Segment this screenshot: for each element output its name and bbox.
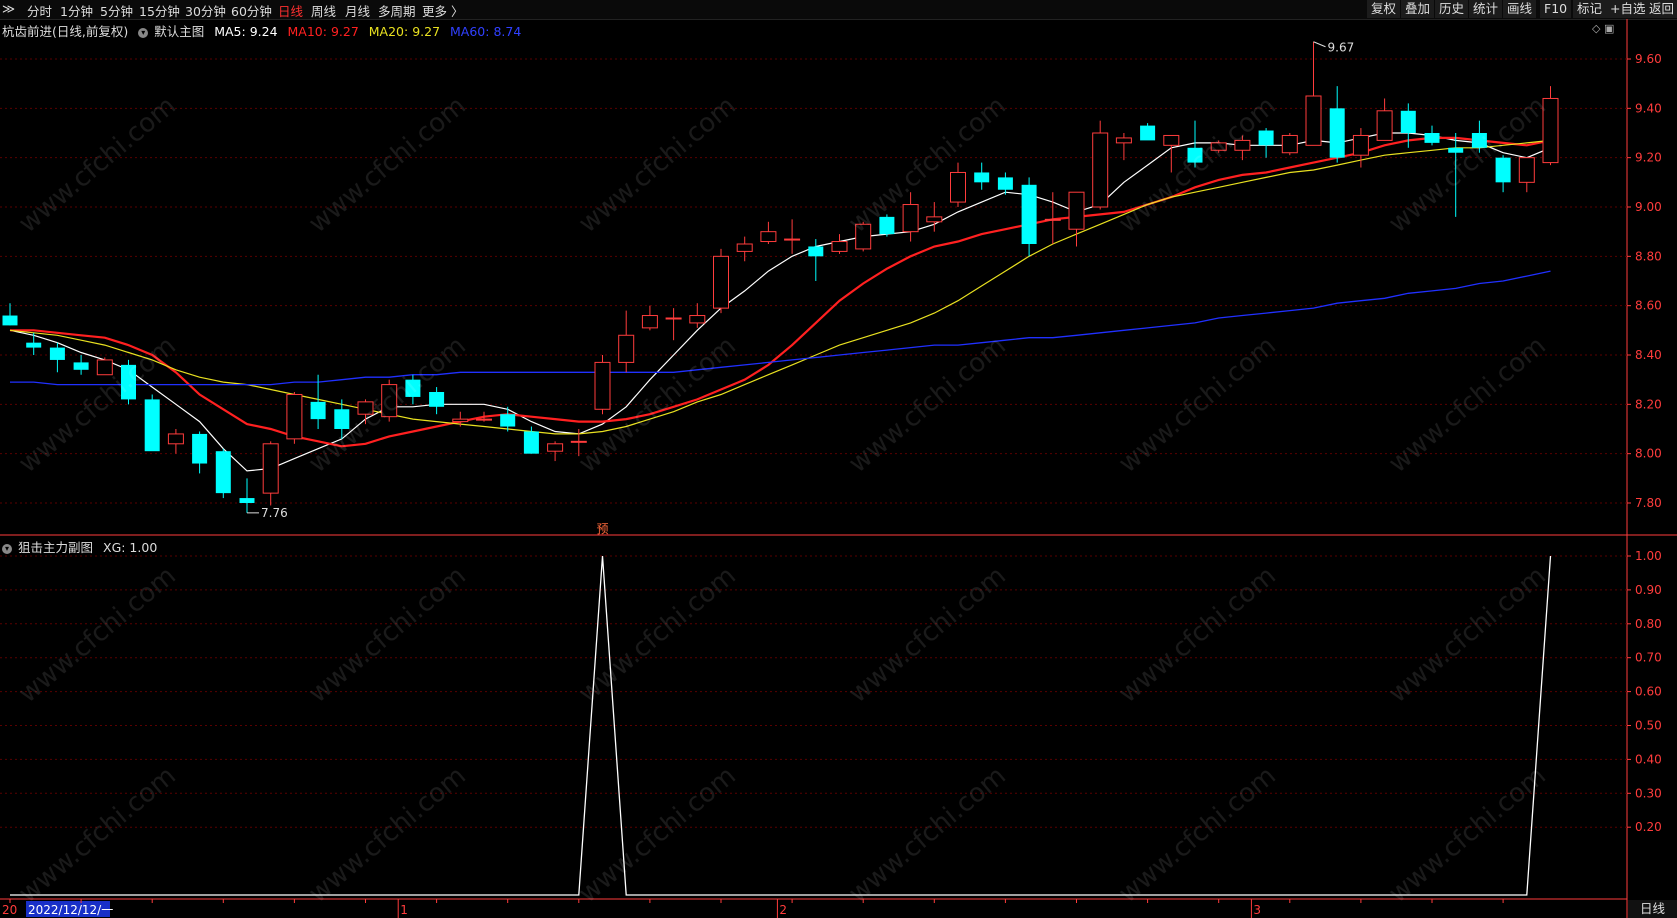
sub-ytick-label: 0.70 xyxy=(1635,651,1662,665)
main-ytick-label: 9.00 xyxy=(1635,200,1662,214)
candle-up xyxy=(1281,134,1298,154)
candle-up xyxy=(760,231,777,243)
candle-up xyxy=(547,443,564,452)
sub-ytick-label: 0.90 xyxy=(1635,583,1662,597)
ma-line-ma20 xyxy=(9,139,1551,435)
candle-up xyxy=(1115,137,1132,144)
chart-corner-icons[interactable]: ◇ ▣ xyxy=(1592,22,1614,35)
candle-down xyxy=(73,362,89,370)
candle-up xyxy=(1352,134,1369,156)
candle-up xyxy=(689,315,706,324)
sub-ytick-label: 0.50 xyxy=(1635,719,1662,733)
candle-down xyxy=(1400,110,1416,133)
candle-down xyxy=(1140,125,1156,141)
low-annotation: 7.76 xyxy=(261,506,288,520)
candle-up xyxy=(950,171,966,203)
main-ytick-label: 7.80 xyxy=(1635,496,1662,510)
high-annotation: 9.67 xyxy=(1328,41,1355,55)
high-pointer xyxy=(1313,41,1326,48)
candle-down xyxy=(1021,184,1037,244)
ma20-value: MA20: 9.27 xyxy=(368,24,441,39)
x-month-label: 3 xyxy=(1253,903,1261,917)
candle-up xyxy=(286,393,303,440)
candle-down xyxy=(49,347,65,360)
main-ytick-label: 8.40 xyxy=(1635,348,1662,362)
candle-up xyxy=(665,317,682,320)
candle-up xyxy=(902,204,919,233)
period-label-tab[interactable]: 日线 xyxy=(1628,900,1677,918)
sub-ytick-label: 1.00 xyxy=(1635,549,1662,563)
ma-line-ma60 xyxy=(10,270,1551,386)
candle-up xyxy=(1305,95,1322,146)
candle-down xyxy=(808,246,824,257)
candle-up xyxy=(641,315,658,329)
stock-title[interactable]: 杭齿前进(日线,前复权) xyxy=(2,24,128,39)
candle-up xyxy=(831,241,848,252)
sub-ytick-label: 0.30 xyxy=(1635,786,1662,800)
candle-down xyxy=(1329,108,1345,158)
sub-chart-header: ▾ 狙击主力副图 XG: 1.00 xyxy=(2,537,163,556)
candle-down xyxy=(500,414,516,427)
sub-indicator-menu-icon[interactable]: ▾ xyxy=(2,543,12,554)
candle-down xyxy=(26,342,42,348)
candle-up xyxy=(570,440,587,443)
ma10-value: MA10: 9.27 xyxy=(287,24,359,39)
main-ytick-label: 8.60 xyxy=(1635,299,1662,313)
candle-up xyxy=(713,255,729,309)
main-indicator-name[interactable]: 默认主图 xyxy=(154,24,204,39)
main-ytick-label: 9.20 xyxy=(1635,151,1662,165)
sub-ytick-label: 0.60 xyxy=(1635,685,1662,699)
sub-indicator-name[interactable]: 狙击主力副图 xyxy=(18,540,93,555)
ma60-value: MA60: 8.74 xyxy=(450,24,522,39)
candle-up xyxy=(618,334,635,363)
candle-up xyxy=(1376,110,1393,141)
candle-up xyxy=(167,433,184,445)
candle-down xyxy=(192,433,208,464)
candle-up xyxy=(1044,218,1061,221)
x-start-label: 20 xyxy=(2,903,17,917)
main-ytick-label: 9.60 xyxy=(1635,52,1662,66)
candle-down xyxy=(429,392,445,407)
pre-marker: 预 xyxy=(597,522,609,536)
candle-down xyxy=(997,177,1013,190)
main-ytick-label: 8.20 xyxy=(1635,397,1662,411)
x-month-label: 1 xyxy=(400,903,408,917)
ma5-value: MA5: 9.24 xyxy=(214,24,278,39)
main-chart-header: 杭齿前进(日线,前复权) ▾ 默认主图 MA5: 9.24 MA10: 9.27 … xyxy=(2,21,527,40)
candle-up xyxy=(476,418,492,421)
candle-up xyxy=(594,361,611,410)
candle-up xyxy=(784,238,801,241)
x-date-label: 2022/12/12/一 xyxy=(28,903,113,917)
candle-down xyxy=(215,451,231,494)
sub-ytick-label: 0.80 xyxy=(1635,617,1662,631)
candle-down xyxy=(974,172,990,183)
candle-up xyxy=(1518,157,1535,183)
main-ytick-label: 8.80 xyxy=(1635,249,1662,263)
candle-up xyxy=(452,418,469,423)
indicator-menu-icon[interactable]: ▾ xyxy=(138,27,149,38)
sub-ytick-label: 0.40 xyxy=(1635,752,1662,766)
main-ytick-label: 9.40 xyxy=(1635,101,1662,115)
candle-down xyxy=(239,498,255,503)
candle-up xyxy=(262,443,279,494)
candle-down xyxy=(2,315,18,326)
candle-down xyxy=(1495,157,1511,183)
candle-up xyxy=(736,243,753,252)
candle-down xyxy=(144,399,160,452)
ma-line-ma10 xyxy=(10,136,1551,448)
main-ytick-label: 8.00 xyxy=(1635,447,1662,461)
candle-up xyxy=(1068,191,1085,230)
candle-down xyxy=(310,401,326,420)
candle-down xyxy=(523,431,539,454)
candle-down xyxy=(1424,133,1440,143)
candle-up xyxy=(1092,132,1109,208)
candle-up xyxy=(96,359,113,376)
candle-up xyxy=(926,216,943,223)
x-month-label: 2 xyxy=(779,903,787,917)
sub-ytick-label: 0.20 xyxy=(1635,820,1662,834)
candle-down xyxy=(1258,130,1274,146)
xg-value: XG: 1.00 xyxy=(103,540,158,555)
candle-up xyxy=(1163,134,1180,146)
